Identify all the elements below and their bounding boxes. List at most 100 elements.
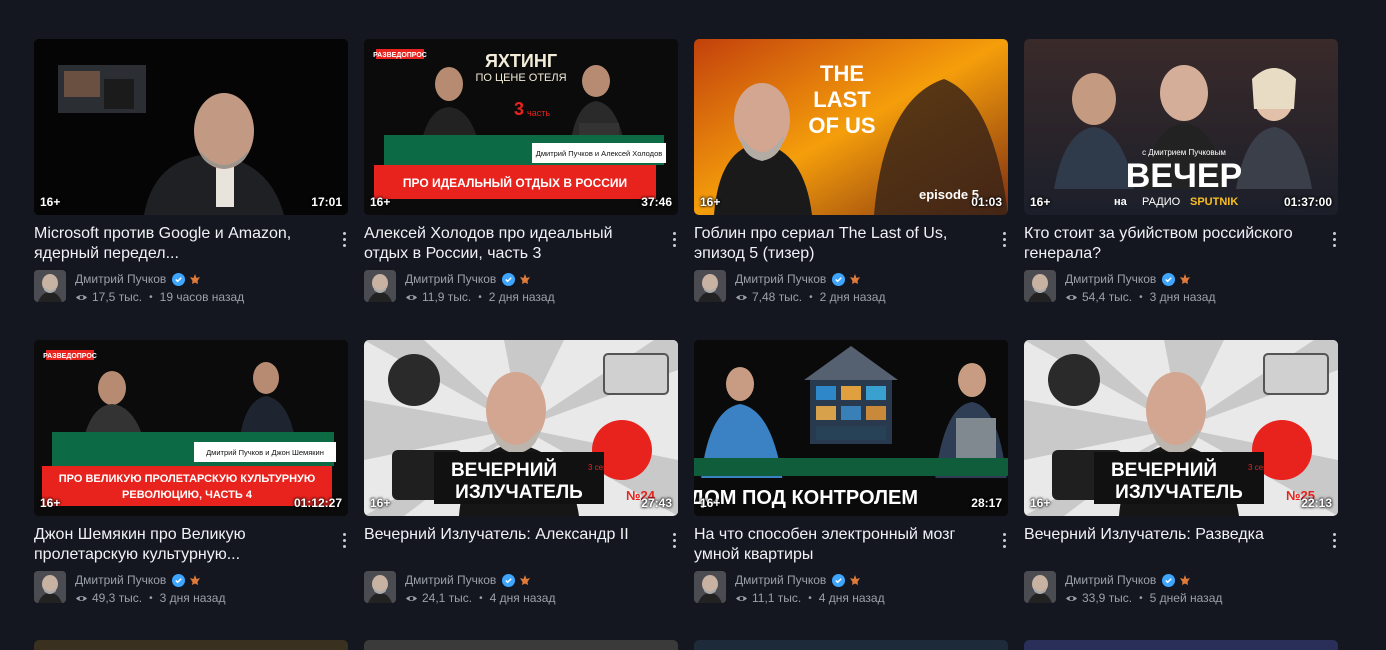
video-title[interactable]: Вечерний Излучатель: Разведка	[1024, 525, 1304, 565]
video-title[interactable]: На что способен электронный мозг умной к…	[694, 525, 974, 565]
channel-avatar[interactable]	[34, 571, 66, 603]
video-thumbnail[interactable]: с Дмитрием Пучковым ВЕЧЕР на РАДИО SPUTN…	[1024, 39, 1338, 215]
video-card[interactable]: РАЗВЕДОПРОС Дмитрий Пучков и Джон Шемяки…	[34, 340, 348, 641]
age-rating-badge: 16+	[40, 496, 61, 510]
video-card[interactable]: ВЕЧЕРНИЙ 3 сезон ИЗЛУЧАТЕЛЬ №25 16+ 22:1…	[1024, 340, 1338, 641]
video-thumbnail[interactable]	[1024, 640, 1338, 650]
age-rating-badge: 16+	[1030, 195, 1051, 209]
duration-badge: 17:01	[311, 195, 342, 209]
thumb-headline: ЯХТИНГ	[485, 51, 557, 71]
video-card[interactable]: THE LAST OF US episode 5 16+ 01:03 Гобли…	[694, 39, 1008, 340]
age-rating-badge: 16+	[370, 195, 391, 209]
age-rating-badge: 16+	[700, 496, 721, 510]
video-title[interactable]: Вечерний Излучатель: Александр II	[364, 525, 644, 565]
publish-time: 3 дня назад	[159, 591, 226, 605]
view-count: 11,1 тыс.	[752, 591, 802, 605]
video-thumbnail[interactable]: 16+ 17:01	[34, 39, 348, 215]
channel-name[interactable]: Дмитрий Пучков	[735, 573, 826, 587]
kebab-menu-icon[interactable]	[334, 528, 354, 552]
video-title[interactable]: Гоблин про сериал The Last of Us, эпизод…	[694, 224, 974, 264]
video-thumbnail[interactable]: ВЕЧЕРНИЙ 3 сезон ИЗЛУЧАТЕЛЬ №25 16+ 22:1…	[1024, 340, 1338, 516]
publish-time: 2 дня назад	[488, 290, 555, 304]
eye-icon	[735, 294, 748, 300]
video-thumbnail[interactable]	[694, 640, 1008, 650]
publish-time: 19 часов назад	[159, 290, 245, 304]
video-title[interactable]: Microsoft против Google и Amazon, ядерны…	[34, 224, 314, 264]
channel-avatar[interactable]	[1024, 571, 1056, 603]
verified-icon	[172, 573, 186, 587]
separator-dot: •	[479, 592, 483, 604]
channel-name[interactable]: Дмитрий Пучков	[75, 573, 166, 587]
kebab-menu-icon[interactable]	[1324, 227, 1344, 251]
separator-dot: •	[808, 592, 812, 604]
channel-name[interactable]: Дмитрий Пучков	[1065, 272, 1156, 286]
age-rating-badge: 16+	[700, 195, 721, 209]
verified-icon	[502, 573, 516, 587]
channel-name[interactable]: Дмитрий Пучков	[405, 573, 496, 587]
eye-icon	[405, 294, 418, 300]
verified-icon	[502, 272, 516, 286]
video-card[interactable]: ДОМ ПОД КОНТРОЛЕМ 16+ 28:17 На что спосо…	[694, 340, 1008, 641]
thumbnail-image: THE LAST OF US episode 5	[694, 39, 1008, 215]
channel-avatar[interactable]	[34, 270, 66, 302]
verified-icon	[832, 272, 846, 286]
publish-time: 4 дня назад	[489, 591, 556, 605]
kebab-menu-icon[interactable]	[994, 227, 1014, 251]
video-title[interactable]: Алексей Холодов про идеальный отдых в Ро…	[364, 224, 644, 264]
video-thumbnail[interactable]	[34, 640, 348, 650]
kebab-menu-icon[interactable]	[664, 227, 684, 251]
kebab-menu-icon[interactable]	[1324, 528, 1344, 552]
kebab-menu-icon[interactable]	[334, 227, 354, 251]
age-rating-badge: 16+	[1030, 496, 1051, 510]
video-card[interactable]: РАЗВЕДОПРОС ЯХТИНГ ПО ЦЕНЕ ОТЕЛЯ 3 часть…	[364, 39, 678, 340]
duration-badge: 01:12:27	[293, 496, 342, 510]
channel-name[interactable]: Дмитрий Пучков	[75, 272, 166, 286]
thumbnail-image	[34, 39, 348, 215]
kebab-menu-icon[interactable]	[664, 528, 684, 552]
publish-time: 3 дня назад	[1149, 290, 1216, 304]
video-card[interactable]: 16+ 17:01 Microsoft против Google и Amaz…	[34, 39, 348, 340]
video-card[interactable]: ВЕЧЕРНИЙ 3 сезон ИЗЛУЧАТЕЛЬ №24 16+ 27:4…	[364, 340, 678, 641]
thumb-logo-line3: OF US	[808, 113, 875, 138]
thumb-logo-line2: LAST	[813, 87, 871, 112]
video-thumbnail[interactable]: ВЕЧЕРНИЙ 3 сезон ИЗЛУЧАТЕЛЬ №24 16+ 27:4…	[364, 340, 678, 516]
channel-avatar[interactable]	[694, 270, 726, 302]
kebab-menu-icon[interactable]	[994, 528, 1014, 552]
video-thumbnail[interactable]: ДОМ ПОД КОНТРОЛЕМ 16+ 28:17	[694, 340, 1008, 516]
video-thumbnail[interactable]	[364, 640, 678, 650]
thumb-banner-line1: ПРО ВЕЛИКУЮ ПРОЛЕТАРСКУЮ КУЛЬТУРНУЮ	[59, 473, 315, 485]
video-thumbnail[interactable]: РАЗВЕДОПРОС ЯХТИНГ ПО ЦЕНЕ ОТЕЛЯ 3 часть…	[364, 39, 678, 215]
video-title[interactable]: Кто стоит за убийством российского генер…	[1024, 224, 1304, 264]
video-thumbnail[interactable]: THE LAST OF US episode 5 16+ 01:03	[694, 39, 1008, 215]
thumb-title-line1: ВЕЧЕРНИЙ	[1111, 459, 1217, 481]
channel-avatar[interactable]	[364, 270, 396, 302]
next-row-thumbnails	[34, 640, 1338, 650]
thumbnail-image: ВЕЧЕРНИЙ 3 сезон ИЗЛУЧАТЕЛЬ №25	[1024, 340, 1338, 516]
thumb-brand: РАЗВЕДОПРОС	[373, 52, 427, 59]
video-title[interactable]: Джон Шемякин про Великую пролетарскую ку…	[34, 525, 314, 565]
duration-badge: 01:03	[971, 195, 1002, 209]
thumb-part-number: 3	[514, 99, 524, 119]
separator-dot: •	[478, 291, 482, 303]
channel-name[interactable]: Дмитрий Пучков	[405, 272, 496, 286]
crest-icon	[1180, 274, 1191, 284]
channel-avatar[interactable]	[364, 571, 396, 603]
thumb-brand: РАЗВЕДОПРОС	[43, 353, 97, 360]
channel-avatar[interactable]	[694, 571, 726, 603]
thumb-banner-line2: РЕВОЛЮЦИЮ, ЧАСТЬ 4	[122, 489, 253, 501]
thumbnail-image: ДОМ ПОД КОНТРОЛЕМ	[694, 340, 1008, 516]
duration-badge: 28:17	[971, 496, 1002, 510]
channel-name[interactable]: Дмитрий Пучков	[735, 272, 826, 286]
verified-icon	[1162, 272, 1176, 286]
channel-name[interactable]: Дмитрий Пучков	[1065, 573, 1156, 587]
video-card[interactable]: с Дмитрием Пучковым ВЕЧЕР на РАДИО SPUTN…	[1024, 39, 1338, 340]
video-grid: 16+ 17:01 Microsoft против Google и Amaz…	[34, 39, 1338, 641]
video-thumbnail[interactable]: РАЗВЕДОПРОС Дмитрий Пучков и Джон Шемяки…	[34, 340, 348, 516]
crest-icon	[850, 575, 861, 585]
publish-time: 5 дней назад	[1149, 591, 1223, 605]
thumbnail-image: РАЗВЕДОПРОС ЯХТИНГ ПО ЦЕНЕ ОТЕЛЯ 3 часть…	[364, 39, 678, 215]
thumb-episode: episode 5	[919, 187, 979, 202]
thumb-title-line1: ВЕЧЕРНИЙ	[451, 459, 557, 481]
channel-avatar[interactable]	[1024, 270, 1056, 302]
publish-time: 2 дня назад	[819, 290, 886, 304]
